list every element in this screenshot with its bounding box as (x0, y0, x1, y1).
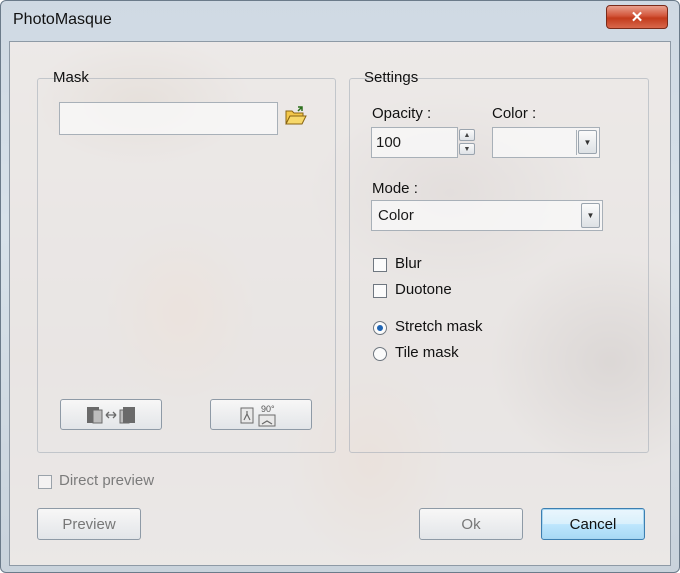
close-icon: ✕ (630, 9, 644, 26)
opacity-label: Opacity : (372, 105, 432, 122)
blur-checkbox[interactable] (373, 258, 387, 272)
rotate-mask-button[interactable]: 90° (210, 399, 312, 430)
opacity-value: 100 (376, 134, 402, 151)
preview-button[interactable]: Preview (37, 508, 141, 540)
flip-mask-button[interactable] (60, 399, 162, 430)
stretch-mask-label[interactable]: Stretch mask (395, 318, 483, 335)
color-dropdown-button[interactable]: ▼ (578, 130, 597, 154)
mask-file-field[interactable] (59, 102, 278, 135)
photomasque-dialog: PhotoMasque ✕ Mask 90° Settings Opacity … (0, 0, 680, 573)
folder-open-icon[interactable] (284, 106, 308, 132)
cancel-button-label: Cancel (569, 515, 617, 533)
dialog-client-area: Mask 90° Settings Opacity: 100 ▲ ▼ Colo… (9, 41, 671, 566)
opacity-down-button[interactable]: ▼ (459, 143, 475, 155)
spin-down-icon: ▼ (463, 145, 471, 153)
opacity-input[interactable]: 100 (371, 127, 458, 158)
tile-mask-radio[interactable] (373, 347, 387, 361)
duotone-checkbox[interactable] (373, 284, 387, 298)
direct-preview-label[interactable]: Direct preview (59, 472, 154, 489)
cancel-button[interactable]: Cancel (541, 508, 645, 540)
settings-group-label: Settings (364, 69, 419, 86)
blur-label[interactable]: Blur (395, 255, 422, 272)
rotate-icon-label: 90° (261, 404, 275, 414)
mode-value: Color (378, 207, 414, 224)
duotone-label[interactable]: Duotone (395, 281, 452, 298)
color-label: Color : (492, 105, 537, 122)
chevron-down-icon: ▼ (586, 211, 595, 220)
spin-up-icon: ▲ (463, 131, 471, 139)
mode-dropdown-button[interactable]: ▼ (581, 203, 600, 228)
mode-label: Mode : (372, 180, 418, 197)
mode-select[interactable]: Color (371, 200, 603, 231)
stretch-mask-radio[interactable] (373, 321, 387, 335)
close-button[interactable]: ✕ (606, 5, 668, 29)
ok-button[interactable]: Ok (419, 508, 523, 540)
direct-preview-checkbox[interactable] (38, 475, 52, 489)
mask-group-label: Mask (53, 69, 89, 86)
window-title: PhotoMasque (13, 11, 112, 28)
opacity-up-button[interactable]: ▲ (459, 129, 475, 141)
flip-horizontal-icon (87, 406, 135, 423)
tile-mask-label[interactable]: Tile mask (395, 344, 459, 361)
rotate-90-icon: 90° (240, 404, 276, 426)
ok-button-label: Ok (461, 515, 481, 533)
title-bar[interactable]: PhotoMasque ✕ (1, 1, 680, 41)
chevron-down-icon: ▼ (583, 137, 592, 147)
preview-button-label: Preview (62, 515, 116, 533)
